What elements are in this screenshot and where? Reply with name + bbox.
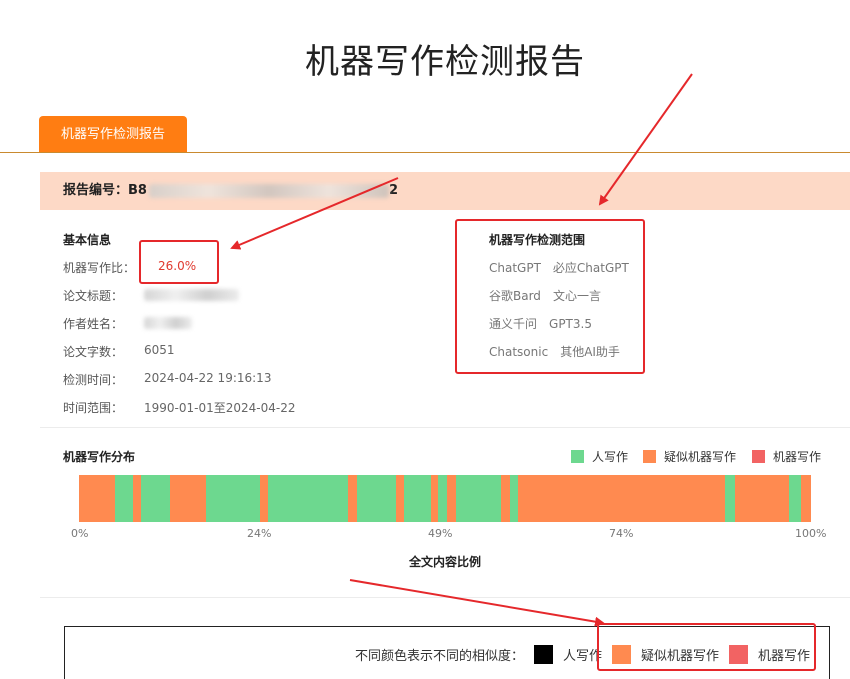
info-row-time-range: 时间范围： 1990-01-01至2024-04-22	[63, 399, 295, 417]
word-count-value: 6051	[144, 343, 175, 357]
tick-label: 0%	[71, 527, 89, 540]
basic-info-heading: 基本信息	[63, 233, 112, 247]
distribution-segment	[501, 475, 511, 522]
distribution-segment	[133, 475, 142, 522]
legend-swatch-human	[534, 645, 554, 664]
report-id-label: 报告编号：	[63, 183, 129, 198]
paper-title-value	[144, 287, 239, 301]
tick-label: 100%	[795, 527, 827, 540]
legend-swatch-machine	[752, 450, 765, 463]
legend-label: 机器写作	[773, 450, 822, 464]
info-label: 作者姓名：	[63, 317, 124, 331]
x-axis-label: 全文内容比例	[408, 555, 481, 569]
report-id-bar: 报告编号：B8 2	[40, 172, 850, 210]
distribution-segment	[437, 475, 448, 522]
annotation-box-legend	[597, 623, 816, 671]
distribution-segment	[357, 475, 396, 522]
tab-underline	[0, 152, 850, 153]
arrow-to-legend	[349, 579, 605, 627]
report-id-value: B8	[128, 183, 147, 198]
distribution-heading: 机器写作分布	[63, 450, 136, 464]
distribution-segment	[734, 475, 790, 522]
distribution-segment	[79, 475, 115, 522]
info-row-check-time: 检测时间： 2024-04-22 19:16:13	[63, 371, 271, 389]
distribution-segment	[431, 475, 438, 522]
report-id-tail: 2	[388, 183, 399, 198]
distribution-segment	[447, 475, 456, 522]
legend-label: 人写作	[592, 450, 629, 464]
legend-item-machine: 机器写作	[752, 448, 821, 465]
color-legend-prefix: 不同颜色表示不同的相似度：	[355, 649, 525, 664]
tab-report[interactable]: 机器写作检测报告	[39, 116, 187, 153]
info-label: 论文字数：	[63, 345, 124, 359]
info-label: 论文标题：	[63, 289, 124, 303]
info-label: 机器写作比：	[63, 261, 136, 275]
distribution-segment	[800, 475, 811, 522]
distribution-segment	[518, 475, 726, 522]
section-divider	[40, 427, 850, 428]
info-row-author: 作者姓名：	[63, 315, 192, 333]
distribution-segment	[205, 475, 260, 522]
distribution-bar	[79, 475, 811, 522]
legend-swatch-human	[571, 450, 584, 463]
distribution-segment	[725, 475, 735, 522]
redacted-title	[144, 288, 239, 301]
distribution-segment	[114, 475, 134, 522]
info-label: 检测时间：	[63, 373, 124, 387]
distribution-segment	[259, 475, 268, 522]
time-range-value: 1990-01-01至2024-04-22	[144, 401, 296, 415]
distribution-segment	[455, 475, 502, 522]
info-row-word-count: 论文字数： 6051	[63, 343, 175, 361]
annotation-arrows	[230, 73, 693, 627]
tick-label: 49%	[428, 527, 453, 540]
tick-label: 24%	[247, 527, 272, 540]
legend-label: 疑似机器写作	[664, 450, 737, 464]
legend-item-suspected: 疑似机器写作	[643, 448, 736, 465]
distribution-segment	[789, 475, 801, 522]
distribution-segment	[510, 475, 519, 522]
redacted-report-id	[148, 183, 389, 198]
annotation-box-ratio	[139, 240, 219, 284]
info-row-machine-ratio: 机器写作比： 26.0%	[63, 259, 196, 277]
info-row-paper-title: 论文标题：	[63, 287, 239, 305]
distribution-segment	[141, 475, 170, 522]
legend-item-human: 人写作	[571, 448, 628, 465]
distribution-segment	[267, 475, 349, 522]
page-title: 机器写作检测报告	[305, 42, 585, 82]
section-divider	[40, 597, 850, 598]
redacted-author	[144, 316, 192, 329]
author-value	[144, 315, 192, 329]
legend-swatch-suspected	[643, 450, 656, 463]
distribution-segment	[348, 475, 358, 522]
distribution-segment	[169, 475, 206, 522]
annotation-box-scope	[455, 219, 645, 374]
info-label: 时间范围：	[63, 401, 124, 415]
distribution-segment	[404, 475, 432, 522]
tick-label: 74%	[609, 527, 634, 540]
check-time-value: 2024-04-22 19:16:13	[144, 371, 272, 385]
distribution-segment	[395, 475, 404, 522]
